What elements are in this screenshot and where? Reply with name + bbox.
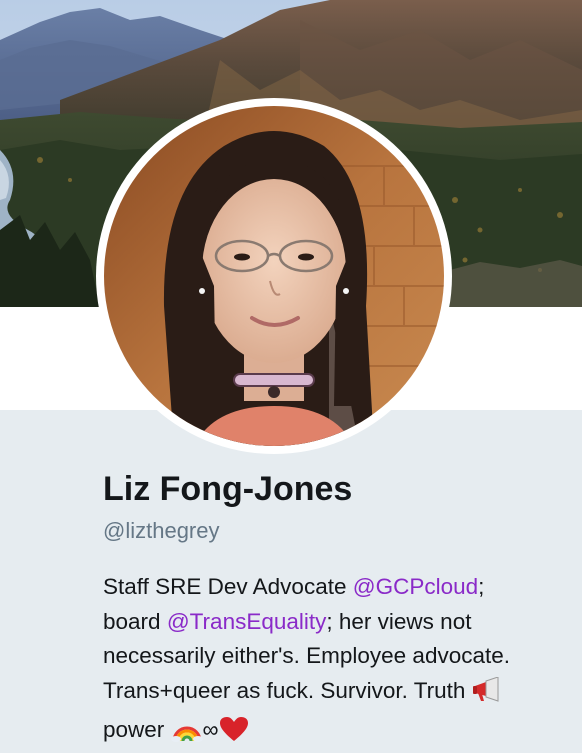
mention-link-gcpcloud[interactable]: @GCPcloud (353, 574, 478, 599)
bio-text: Trans+queer as fuck. Survivor. Truth (103, 677, 472, 703)
profile-name: Liz Fong-Jones (103, 470, 353, 508)
profile-avatar[interactable] (96, 98, 452, 454)
megaphone-icon (472, 675, 502, 714)
avatar-photo (104, 106, 444, 446)
bio-text: board (103, 608, 167, 634)
bio-line-4: Trans+queer as fuck. Survivor. Truth (103, 674, 563, 714)
bio-line-2: board @TransEquality; her views not (103, 605, 563, 640)
infinity-symbol: ∞ (202, 717, 219, 742)
bio-text: ; (478, 574, 485, 599)
bio-text: power (103, 717, 171, 742)
mention-link-transequality[interactable]: @TransEquality (167, 609, 327, 634)
bio-line-1: Staff SRE Dev Advocate @GCPcloud; (103, 570, 563, 605)
red-heart-icon (219, 716, 249, 753)
bio-text: Staff SRE Dev Advocate (103, 574, 353, 599)
profile-handle[interactable]: @lizthegrey (103, 518, 220, 544)
bio-line-3: necessarily either's. Employee advocate. (103, 643, 510, 668)
bio-text: ; her views not (326, 608, 472, 634)
rainbow-icon (170, 718, 203, 753)
bio-line-5: power ∞ (103, 713, 563, 753)
profile-bio: Staff SRE Dev Advocate @GCPcloud; board … (103, 570, 563, 753)
